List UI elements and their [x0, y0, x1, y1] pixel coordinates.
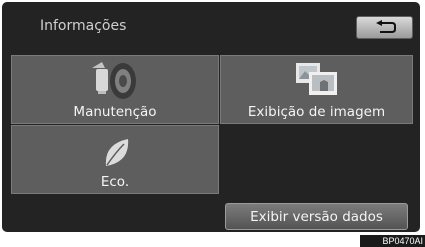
menu-item-label: Manutenção [73, 104, 157, 120]
menu-item-exibicao-imagem[interactable]: Exibição de imagem [220, 55, 413, 124]
info-screen: Informações Manutenção Exibição de image… [2, 2, 420, 232]
back-button[interactable] [356, 16, 413, 39]
header-bar: Informações [2, 2, 420, 48]
version-data-button[interactable]: Exibir versão dados [225, 203, 408, 230]
maintenance-icon [92, 62, 136, 99]
version-data-label: Exibir versão dados [250, 209, 383, 225]
menu-item-label: Eco. [100, 174, 130, 190]
eco-leaf-icon [105, 139, 129, 166]
menu-item-eco[interactable]: Eco. [11, 125, 219, 194]
reference-code: BP0470AI [360, 235, 425, 247]
page-title: Informações [40, 18, 127, 34]
menu-item-label: Exibição de imagem [247, 104, 386, 120]
menu-item-manutencao[interactable]: Manutenção [11, 55, 219, 124]
return-arrow-icon [376, 20, 396, 33]
image-display-icon [296, 63, 337, 95]
